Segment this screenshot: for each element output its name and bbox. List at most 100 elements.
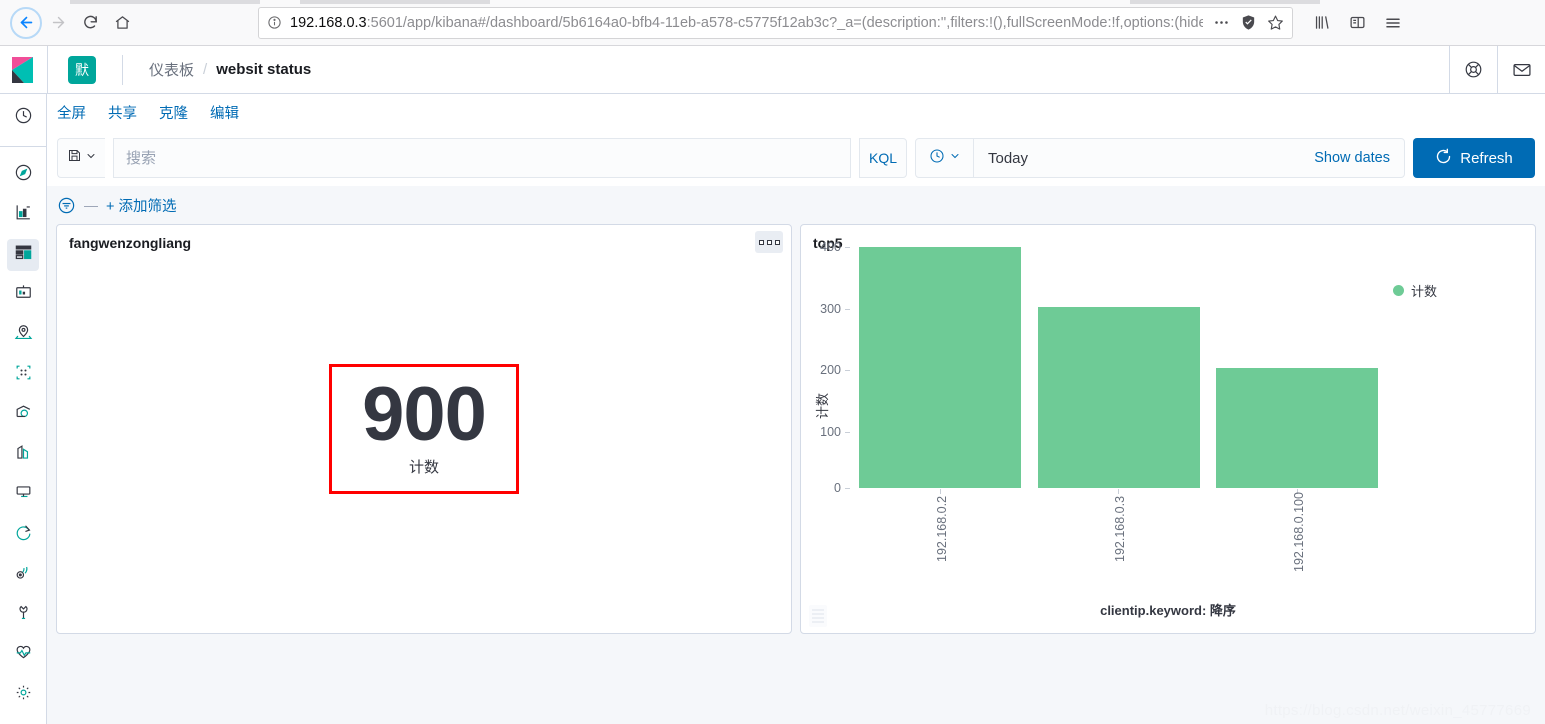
date-range-value[interactable]: Today [974, 150, 1314, 167]
map-marker-icon [14, 323, 33, 347]
sidebar-item-visualize[interactable] [7, 199, 39, 231]
sidebar-item-infrastructure[interactable] [7, 399, 39, 431]
kql-language-button[interactable]: KQL [859, 138, 907, 178]
site-info-icon[interactable] [267, 15, 282, 30]
legend-label: 计数 [1410, 284, 1437, 299]
metric-label: 计数 [408, 458, 439, 476]
breadcrumb: 仪表板 / websit status [122, 54, 312, 85]
menu-edit[interactable]: 编辑 [210, 102, 239, 123]
sidebar-item-dev-tools[interactable] [7, 599, 39, 631]
menu-share[interactable]: 共享 [108, 102, 137, 123]
help-life-ring-icon[interactable] [1449, 45, 1497, 94]
sidebar-item-apm[interactable] [7, 559, 39, 591]
dashboard-top-menu: 全屏 共享 克隆 编辑 [47, 94, 1545, 130]
sidebar-item-dashboard[interactable] [7, 239, 39, 271]
breadcrumb-dashboards[interactable]: 仪表板 [149, 59, 194, 80]
address-bar[interactable]: 192.168.0.3:5601/app/kibana#/dashboard/5… [258, 6, 1293, 39]
panel-fangwenzongliang[interactable]: fangwenzongliang 900 计数 [56, 224, 792, 634]
sidebar-item-logs[interactable] [7, 439, 39, 471]
sidebar-item-management[interactable] [7, 679, 39, 711]
url-text: 192.168.0.3:5601/app/kibana#/dashboard/5… [290, 8, 1203, 38]
space-badge[interactable]: 默 [68, 55, 96, 84]
legend-table-toggle-icon[interactable] [809, 605, 827, 627]
chevron-down-icon [85, 149, 97, 167]
compass-icon [14, 163, 33, 187]
quick-select-button[interactable] [916, 139, 974, 177]
menu-clone[interactable]: 克隆 [159, 102, 188, 123]
gear-icon [14, 683, 33, 707]
metric-value: 900 [362, 372, 487, 458]
search-box[interactable] [113, 138, 851, 178]
sidebar-item-maps[interactable] [7, 319, 39, 351]
menu-full-screen[interactable]: 全屏 [57, 102, 86, 123]
filter-bar: — + 添加筛选 [47, 186, 1545, 224]
browser-tab-stub[interactable] [300, 0, 490, 4]
sidebar-item-uptime[interactable] [7, 519, 39, 551]
sidebar-item-metrics[interactable] [7, 479, 39, 511]
y-tick-label: 100 [820, 425, 841, 439]
kibana-logo[interactable] [0, 46, 48, 93]
x-tick-label: 192.168.0.3 [1113, 495, 1127, 562]
bar-192-168-0-3[interactable] [1038, 307, 1200, 488]
panel-top5[interactable]: top5 计数 0 100 200 300 400 192.168.0.2 19… [800, 224, 1536, 634]
kibana-header-actions [1449, 45, 1545, 94]
bar-192-168-0-100[interactable] [1216, 368, 1378, 488]
infrastructure-icon [14, 403, 33, 427]
y-tick-label: 200 [820, 363, 841, 377]
refresh-button[interactable]: Refresh [1413, 138, 1535, 178]
saved-query-icon [67, 148, 82, 168]
bookmark-star-icon[interactable] [1267, 14, 1284, 31]
x-tick-label: 192.168.0.100 [1292, 492, 1306, 572]
sidebar-item-canvas[interactable] [7, 279, 39, 311]
browser-tab-stub[interactable] [1130, 0, 1320, 4]
date-picker[interactable]: Today Show dates [915, 138, 1405, 178]
x-tick-label: 192.168.0.2 [935, 495, 949, 562]
y-tick-label: 0 [834, 481, 841, 495]
uptime-arrow-icon [14, 523, 33, 547]
reload-button[interactable] [74, 7, 106, 39]
home-button[interactable] [106, 7, 138, 39]
sidebar-item-recently-viewed[interactable] [7, 102, 39, 134]
dashboard-icon [14, 243, 33, 267]
sidebar-item-machine-learning[interactable] [7, 359, 39, 391]
browser-tab-stub[interactable] [70, 0, 260, 4]
breadcrumb-current: websit status [216, 61, 312, 78]
hamburger-menu-icon[interactable] [1377, 7, 1409, 39]
url-path: :5601/app/kibana#/dashboard/5b6164a0-bfb… [366, 14, 1203, 31]
add-filter-button[interactable]: + 添加筛选 [106, 195, 177, 216]
bar-192-168-0-2[interactable] [859, 247, 1021, 488]
page-actions-icon[interactable] [1213, 14, 1230, 31]
logs-icon [14, 443, 33, 467]
refresh-icon [1435, 148, 1452, 169]
y-tick-label: 400 [820, 240, 841, 254]
heartbeat-icon [14, 643, 33, 667]
monitor-icon [14, 483, 33, 507]
metric-visualization: 900 计数 [57, 225, 791, 633]
sidebar-item-discover[interactable] [7, 159, 39, 191]
canvas-icon [14, 283, 33, 307]
legend-entry-count[interactable]: 计数 [1392, 281, 1437, 300]
forward-button[interactable] [42, 7, 74, 39]
tracking-protection-icon[interactable] [1240, 14, 1257, 31]
kibana-header: 默 仪表板 / websit status [0, 45, 1545, 94]
machine-learning-icon [14, 363, 33, 387]
filter-icon[interactable] [57, 196, 76, 215]
library-icon[interactable] [1305, 7, 1337, 39]
show-dates-button[interactable]: Show dates [1314, 150, 1404, 166]
sidebar-divider [0, 146, 47, 147]
apm-signal-icon [14, 563, 33, 587]
browser-toolbar-right [1305, 7, 1409, 39]
clock-icon [14, 106, 33, 130]
query-bar: KQL Today Show dates Refresh [47, 130, 1545, 186]
bar-chart: 计数 0 100 200 300 400 192.168.0.2 192.168… [801, 240, 1535, 633]
clock-icon [929, 148, 945, 169]
sidebar-item-monitoring[interactable] [7, 639, 39, 671]
back-button[interactable] [10, 6, 42, 39]
sidebar-icon[interactable] [1341, 7, 1373, 39]
search-input[interactable] [126, 149, 850, 167]
dashboard-main: 全屏 共享 克隆 编辑 KQL Today [47, 94, 1545, 724]
y-axis-title: 计数 [815, 392, 830, 419]
newsfeed-envelope-icon[interactable] [1497, 45, 1545, 94]
saved-query-button[interactable] [57, 138, 105, 178]
metric-highlight-box: 900 计数 [329, 364, 519, 494]
